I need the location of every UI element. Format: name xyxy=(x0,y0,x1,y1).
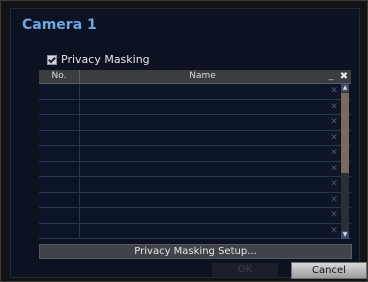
cell-no xyxy=(39,223,80,238)
row-delete-icon[interactable]: ✕ xyxy=(328,146,340,161)
header-no: No. xyxy=(39,70,80,83)
cell-name xyxy=(80,177,327,192)
table-row[interactable]: ✕ xyxy=(39,161,351,177)
table-row[interactable]: ✕ xyxy=(39,177,351,193)
row-delete-icon[interactable]: ✕ xyxy=(328,177,340,192)
table-row[interactable]: ✕ xyxy=(39,130,351,146)
cell-name xyxy=(80,84,327,99)
row-delete-icon[interactable]: ✕ xyxy=(328,192,340,207)
cell-name xyxy=(80,161,327,176)
table-rows: ✕ ✕ ✕ ✕ ✕ ✕ ✕ ✕ ✕ ✕ xyxy=(39,84,351,239)
window-frame: Camera 1 Privacy Masking No. Name _ ✖ ✕ ✕… xyxy=(0,0,368,282)
table-row[interactable]: ✕ xyxy=(39,208,351,224)
privacy-masking-setup-button[interactable]: Privacy Masking Setup... xyxy=(39,244,352,259)
dialog-panel: Camera 1 Privacy Masking No. Name _ ✖ ✕ ✕… xyxy=(10,8,360,278)
table-row[interactable]: ✕ xyxy=(39,223,351,239)
table-row[interactable]: ✕ xyxy=(39,99,351,115)
cell-name xyxy=(80,223,327,238)
scroll-up-icon[interactable]: ▲ xyxy=(341,84,349,92)
row-delete-icon[interactable]: ✕ xyxy=(328,115,340,130)
dialog-title: Camera 1 xyxy=(22,17,97,33)
cell-no xyxy=(39,192,80,207)
row-delete-icon[interactable]: ✕ xyxy=(328,208,340,223)
table-scrollbar[interactable]: ▲ ▼ xyxy=(341,84,349,239)
table-row[interactable]: ✕ xyxy=(39,84,351,100)
scroll-thumb[interactable] xyxy=(341,93,349,173)
row-delete-icon[interactable]: ✕ xyxy=(328,84,340,99)
cell-name xyxy=(80,208,327,223)
row-delete-icon[interactable]: ✕ xyxy=(328,223,340,238)
cell-name xyxy=(80,99,327,114)
minimize-icon[interactable]: _ xyxy=(326,70,336,83)
cell-no xyxy=(39,84,80,99)
cancel-button[interactable]: Cancel xyxy=(291,262,367,279)
cell-name xyxy=(80,146,327,161)
delete-all-icon[interactable]: ✖ xyxy=(337,70,351,83)
scroll-down-icon[interactable]: ▼ xyxy=(341,231,349,239)
cell-no xyxy=(39,161,80,176)
cell-name xyxy=(80,130,327,145)
row-delete-icon[interactable]: ✕ xyxy=(328,130,340,145)
privacy-masking-checkbox[interactable] xyxy=(47,54,57,65)
table-row[interactable]: ✕ xyxy=(39,146,351,162)
table-row[interactable]: ✕ xyxy=(39,115,351,131)
header-name: Name xyxy=(189,71,216,81)
privacy-masking-label: Privacy Masking xyxy=(61,53,150,66)
cell-no xyxy=(39,177,80,192)
privacy-masking-toggle[interactable]: Privacy Masking xyxy=(47,53,150,66)
privacy-mask-table: No. Name _ ✖ ✕ ✕ ✕ ✕ ✕ ✕ ✕ ✕ ✕ ✕ ▲ ▼ xyxy=(39,70,351,239)
cell-name xyxy=(80,192,327,207)
cell-no xyxy=(39,208,80,223)
row-delete-icon[interactable]: ✕ xyxy=(328,99,340,114)
cell-no xyxy=(39,99,80,114)
ok-button[interactable]: OK xyxy=(212,263,278,277)
cell-no xyxy=(39,146,80,161)
table-header: No. Name _ ✖ xyxy=(39,70,351,84)
table-row[interactable]: ✕ xyxy=(39,192,351,208)
cell-name xyxy=(80,115,327,130)
cell-no xyxy=(39,115,80,130)
row-delete-icon[interactable]: ✕ xyxy=(328,161,340,176)
cell-no xyxy=(39,130,80,145)
